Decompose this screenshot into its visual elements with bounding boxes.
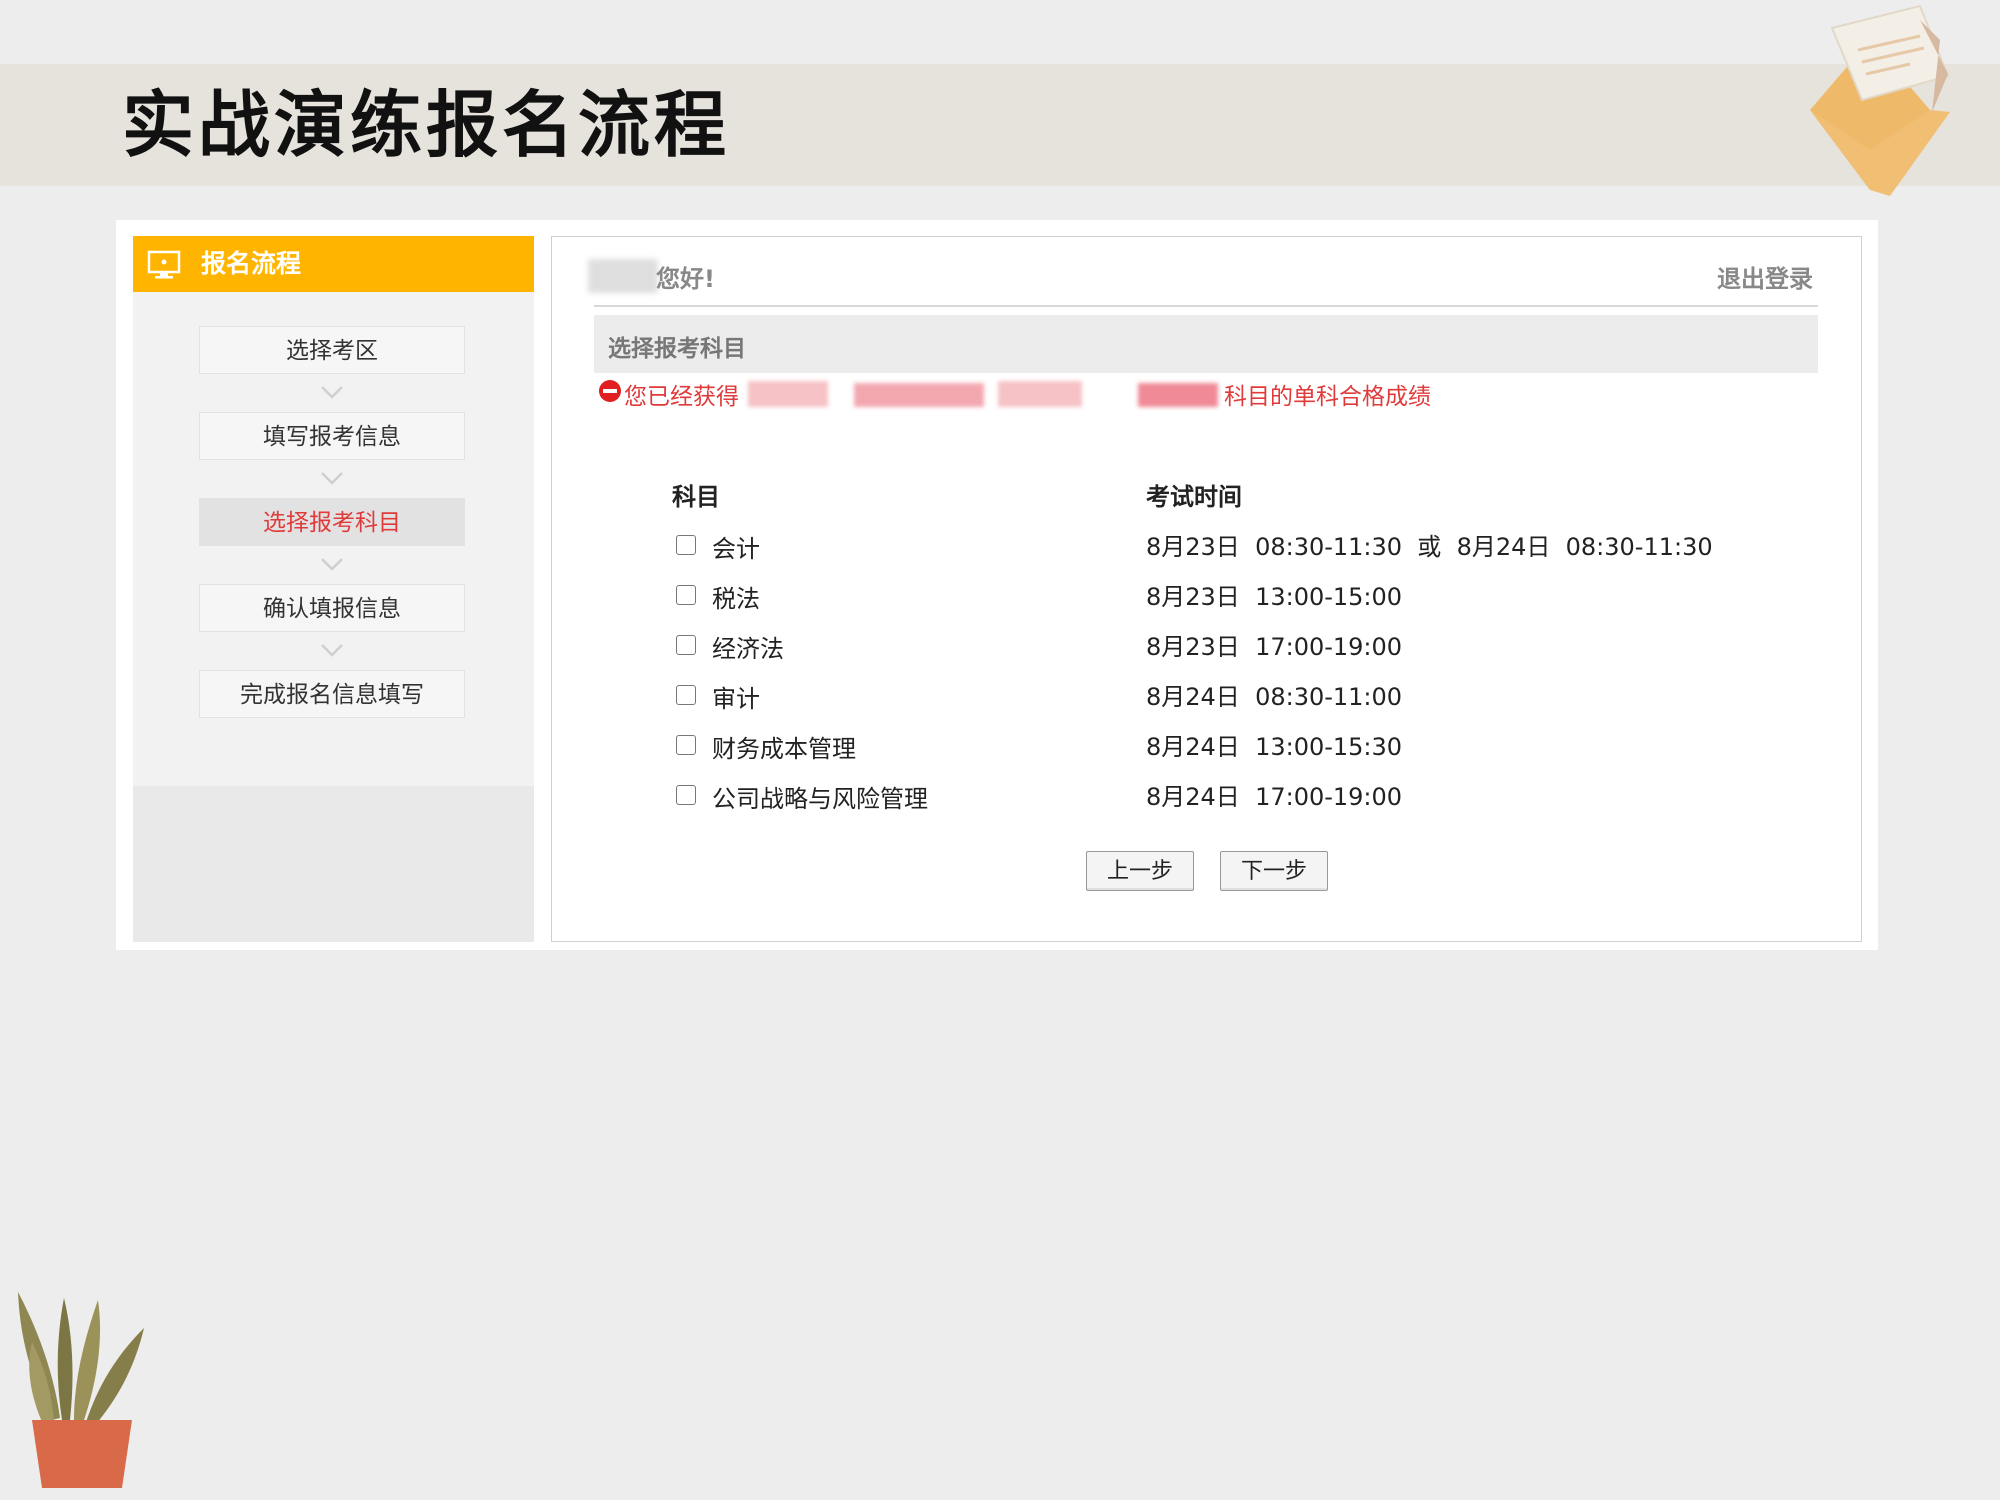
prev-step-button[interactable]: 上一步	[1086, 851, 1194, 891]
redacted-text	[998, 381, 1082, 407]
chevron-down-icon	[321, 644, 343, 657]
sidebar-header: 报名流程	[133, 236, 534, 292]
column-header-time: 考试时间	[1146, 483, 1242, 511]
redacted-text	[854, 383, 984, 407]
sidebar-footer	[133, 786, 534, 942]
subject-row: 税法 8月23日 13:00-15:00	[676, 579, 1776, 619]
subject-checkbox[interactable]	[676, 635, 696, 655]
subject-row: 审计 8月24日 08:30-11:00	[676, 679, 1776, 719]
section-bar: 选择报考科目	[594, 315, 1818, 373]
subject-name: 会计	[712, 535, 760, 563]
subject-checkbox[interactable]	[676, 585, 696, 605]
redacted-text	[748, 381, 828, 407]
subject-checkbox[interactable]	[676, 735, 696, 755]
chevron-down-icon	[321, 558, 343, 571]
main-panel: 您好! 退出登录 选择报考科目 您已经获得 科目的单科合格成绩 科目 考试时间 …	[551, 236, 1862, 942]
logout-link[interactable]: 退出登录	[1717, 259, 1813, 294]
step-select-subjects[interactable]: 选择报考科目	[199, 498, 465, 546]
subject-name: 经济法	[712, 635, 784, 663]
chevron-down-icon	[321, 472, 343, 485]
header-divider	[594, 305, 1818, 307]
subject-checkbox[interactable]	[676, 785, 696, 805]
monitor-icon	[147, 250, 181, 279]
exam-time: 8月24日 17:00-19:00	[1146, 783, 1403, 811]
exam-time: 8月23日 08:30-11:30 或 8月24日 08:30-11:30	[1146, 533, 1713, 561]
envelope-icon	[1810, 4, 1950, 196]
chevron-down-icon	[321, 386, 343, 399]
step-confirm-info[interactable]: 确认填报信息	[199, 584, 465, 632]
subject-row: 公司战略与风险管理 8月24日 17:00-19:00	[676, 779, 1776, 819]
subject-name: 公司战略与风险管理	[712, 785, 928, 813]
sidebar: 报名流程 选择考区 填写报考信息 选择报考科目 确认填报信息 完成报名信息填写	[133, 236, 534, 942]
redacted-text	[1138, 383, 1218, 407]
subject-row: 财务成本管理 8月24日 13:00-15:30	[676, 729, 1776, 769]
notice-suffix: 科目的单科合格成绩	[1224, 384, 1431, 410]
step-complete[interactable]: 完成报名信息填写	[199, 670, 465, 718]
subject-name: 财务成本管理	[712, 735, 856, 763]
column-header-subject: 科目	[672, 483, 720, 511]
subject-checkbox[interactable]	[676, 685, 696, 705]
exam-time: 8月24日 13:00-15:30	[1146, 733, 1403, 761]
subject-name: 审计	[712, 685, 760, 713]
subject-row: 会计 8月23日 08:30-11:30 或 8月24日 08:30-11:30	[676, 529, 1776, 569]
slide-title: 实战演练报名流程	[122, 83, 731, 167]
step-fill-info[interactable]: 填写报考信息	[199, 412, 465, 460]
plant-icon	[18, 1292, 144, 1488]
next-step-button[interactable]: 下一步	[1220, 851, 1328, 891]
step-select-area[interactable]: 选择考区	[199, 326, 465, 374]
error-icon	[599, 380, 621, 402]
greeting: 您好!	[656, 265, 715, 293]
exam-time: 8月24日 08:30-11:00	[1146, 683, 1403, 711]
exam-time: 8月23日 13:00-15:00	[1146, 583, 1403, 611]
subject-name: 税法	[712, 585, 760, 613]
subject-checkbox[interactable]	[676, 535, 696, 555]
sidebar-header-label: 报名流程	[201, 249, 302, 278]
section-title: 选择报考科目	[608, 336, 746, 362]
exam-time: 8月23日 17:00-19:00	[1146, 633, 1403, 661]
notice-prefix: 您已经获得	[624, 384, 739, 410]
redacted-username	[588, 259, 658, 293]
subject-row: 经济法 8月23日 17:00-19:00	[676, 629, 1776, 669]
